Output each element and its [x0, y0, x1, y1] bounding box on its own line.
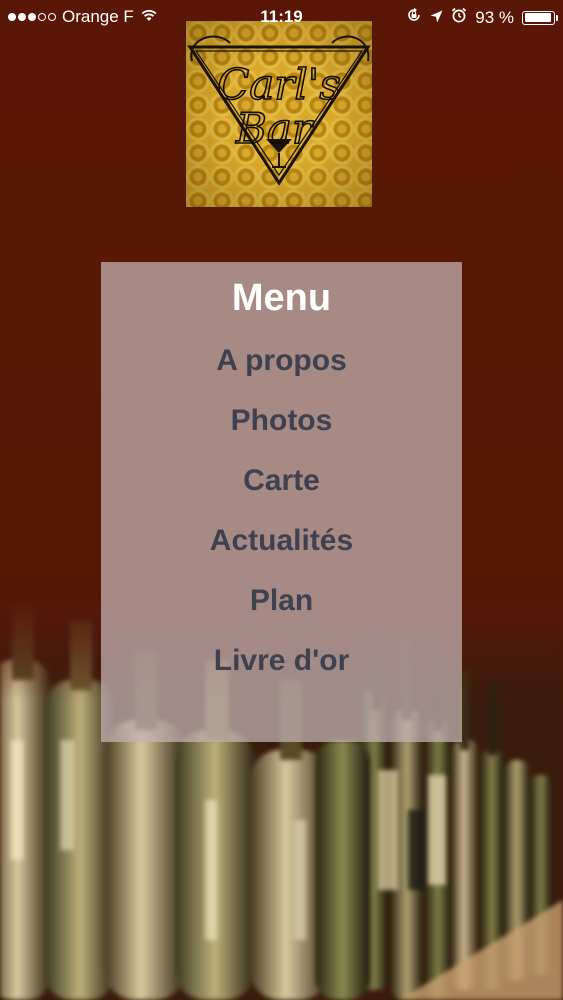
menu-title: Menu	[231, 277, 332, 319]
logo-text-line1: Carl's	[217, 60, 341, 109]
battery-icon	[522, 10, 558, 25]
menu-item-a-propos[interactable]: A propos	[101, 343, 462, 379]
carls-bar-logo: Carl's Bar	[186, 21, 372, 207]
menu-item-livre-dor[interactable]: Livre d'or	[101, 643, 462, 679]
menu-item-photos[interactable]: Photos	[101, 403, 462, 439]
menu-item-carte[interactable]: Carte	[101, 463, 462, 499]
status-right: 93 %	[406, 7, 558, 28]
logo-text-line2: Bar	[235, 104, 315, 153]
menu-item-actualites[interactable]: Actualités	[101, 523, 462, 559]
battery-level-fill	[524, 13, 551, 22]
menu-item-plan[interactable]: Plan	[101, 583, 462, 619]
battery-percent: 93 %	[475, 7, 514, 27]
alarm-icon	[451, 7, 467, 28]
rotation-lock-icon	[406, 7, 422, 28]
location-arrow-icon	[430, 8, 443, 28]
app-screen: Orange F 11:19 93 % Carl's Bar Menu A pr…	[0, 0, 563, 1000]
status-bar: Orange F 11:19 93 %	[0, 0, 563, 34]
